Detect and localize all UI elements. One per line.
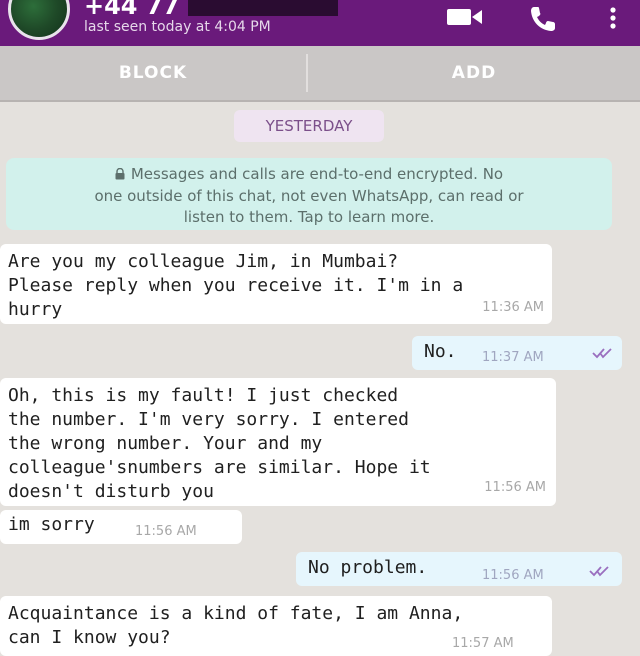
video-call-icon[interactable] — [446, 4, 484, 30]
more-options-icon[interactable] — [607, 4, 619, 34]
last-seen-status: last seen today at 4:04 PM — [84, 19, 271, 35]
voice-call-icon[interactable] — [528, 4, 560, 34]
message-outgoing[interactable]: No problem. 11:56 AM — [296, 552, 622, 586]
read-ticks-icon — [589, 566, 609, 577]
message-time: 11:56 AM — [484, 480, 546, 495]
message-text: Are you my colleague Jim, in Mumbai? Plea… — [8, 251, 464, 320]
message-incoming[interactable]: Are you my colleague Jim, in Mumbai? Plea… — [0, 244, 552, 324]
message-text: im sorry — [8, 514, 95, 535]
block-button[interactable]: BLOCK — [0, 46, 306, 100]
read-ticks-icon — [592, 348, 612, 359]
message-outgoing[interactable]: No. 11:37 AM — [412, 336, 622, 370]
message-text: Oh, this is my fault! I just checked the … — [8, 385, 431, 502]
message-time: 11:37 AM — [482, 350, 544, 365]
message-time: 11:56 AM — [135, 524, 197, 539]
message-text: No problem. — [308, 557, 428, 578]
lock-icon — [115, 165, 125, 186]
contact-avatar[interactable] — [8, 0, 70, 40]
message-time: 11:36 AM — [482, 300, 544, 315]
encryption-text-1: Messages and calls are end-to-end encryp… — [130, 165, 504, 183]
contact-name[interactable]: +44 77 — [84, 0, 179, 20]
chat-header: +44 77 last seen today at 4:04 PM — [0, 0, 640, 46]
encryption-text-2: one outside of this chat, not even Whats… — [94, 187, 524, 205]
encryption-text-3: listen to them. Tap to learn more. — [183, 208, 435, 226]
unknown-contact-actions: BLOCK ADD — [0, 46, 640, 102]
message-incoming[interactable]: Acquaintance is a kind of fate, I am Ann… — [0, 596, 552, 656]
encryption-notice-line: Messages and calls are end-to-end encryp… — [6, 164, 612, 186]
message-incoming[interactable]: im sorry 11:56 AM — [0, 510, 242, 544]
message-text: Acquaintance is a kind of fate, I am Ann… — [8, 603, 464, 648]
message-incoming[interactable]: Oh, this is my fault! I just checked the … — [0, 378, 556, 506]
message-time: 11:57 AM — [452, 636, 514, 651]
encryption-notice[interactable]: Messages and calls are end-to-end encryp… — [6, 158, 612, 230]
message-text: No. — [424, 341, 457, 362]
redaction-bar — [188, 0, 338, 16]
add-contact-button[interactable]: ADD — [308, 46, 640, 100]
message-time: 11:56 AM — [482, 568, 544, 583]
date-separator: YESTERDAY — [234, 110, 384, 142]
